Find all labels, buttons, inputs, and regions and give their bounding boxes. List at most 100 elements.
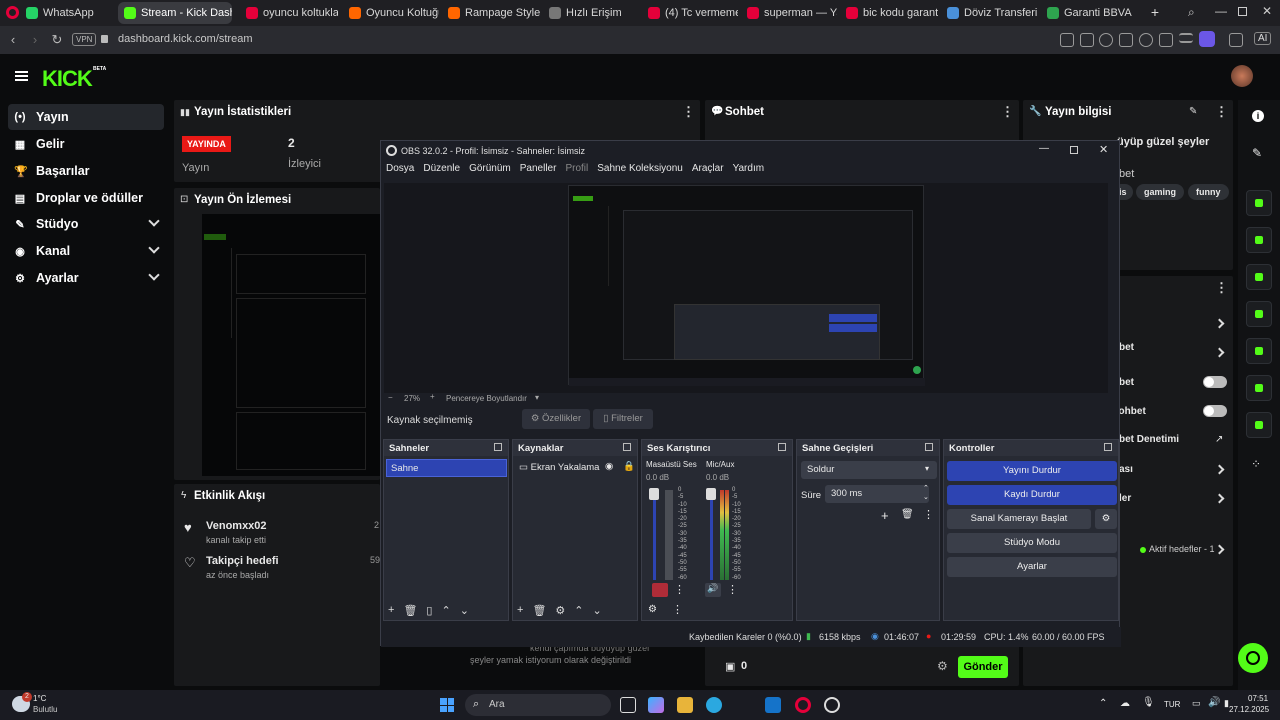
properties-button[interactable]: ⚙ Özellikler xyxy=(522,409,590,429)
channel-1-menu-icon[interactable]: ⋮ xyxy=(674,583,685,596)
browser-tab[interactable]: Garanti BBVA xyxy=(1041,2,1137,24)
edit-icon[interactable]: ✎ xyxy=(1189,106,1197,117)
pencil-icon[interactable]: ✎ xyxy=(1252,146,1262,160)
add-icon[interactable]: + xyxy=(388,604,394,618)
wrench-icon[interactable] xyxy=(1246,412,1272,438)
mixer-menu-icon[interactable]: ⋮ xyxy=(672,603,683,616)
info-more-icon[interactable]: ⋮ xyxy=(1215,104,1228,120)
mute-button[interactable] xyxy=(652,583,668,597)
support-button[interactable] xyxy=(1238,643,1268,673)
browser-tab[interactable]: WhatsApp xyxy=(20,2,116,24)
source-item[interactable]: ▭ Ekran Yakalama ◉ 🔒 xyxy=(515,459,636,477)
tag-chip[interactable]: gaming xyxy=(1136,184,1185,200)
duration-input[interactable]: 300 ms xyxy=(825,485,929,503)
zoom-out-icon[interactable]: − xyxy=(388,393,393,402)
obs-menu-item[interactable]: Araçlar xyxy=(692,163,724,174)
chat-bubble-icon[interactable] xyxy=(1246,301,1272,327)
opera-icon[interactable] xyxy=(795,697,811,713)
sidebar-item[interactable]: ✎ Stüdyo xyxy=(8,211,164,237)
search-tabs-icon[interactable]: ⌕ xyxy=(1188,5,1195,20)
close-icon[interactable]: ✕ xyxy=(1262,4,1272,18)
layout-icon[interactable] xyxy=(1246,375,1272,401)
send-button[interactable]: Gönder xyxy=(958,656,1008,678)
ai-button[interactable]: AI xyxy=(1254,32,1272,45)
vpn-badge[interactable]: VPN xyxy=(72,33,97,46)
setting-row-chevron-icon[interactable] xyxy=(1214,464,1225,475)
browser-tab[interactable]: Stream - Kick Dashboard xyxy=(118,2,232,24)
dock-undock-icon[interactable] xyxy=(494,443,502,451)
outlook-icon[interactable] xyxy=(765,697,781,713)
clock-date[interactable]: 27.12.2025 xyxy=(1229,705,1269,714)
obs-menu-item[interactable]: Profil xyxy=(565,163,588,174)
play-icon[interactable] xyxy=(1119,33,1133,47)
dock-undock-icon[interactable] xyxy=(778,443,786,451)
file-explorer-icon[interactable] xyxy=(677,697,693,713)
settings-button[interactable]: Ayarlar xyxy=(947,557,1117,577)
external-link-icon[interactable]: ↗ xyxy=(1215,434,1223,445)
new-tab-icon[interactable]: + xyxy=(1147,4,1163,20)
zoom-in-icon[interactable]: + xyxy=(430,392,435,401)
obs-menu-item[interactable]: Dosya xyxy=(386,163,414,174)
mixer-channel-1-handle[interactable] xyxy=(649,488,659,500)
taskbar-search[interactable]: ⌕ Ara xyxy=(465,694,611,716)
setting-row-chevron-icon[interactable] xyxy=(1214,318,1225,329)
remove-transition-icon[interactable]: 🗑 xyxy=(901,509,914,520)
eye-icon[interactable]: ◉ xyxy=(605,461,613,472)
browser-tab[interactable]: Oyuncu Koltuğu & Ga xyxy=(343,2,439,24)
setting-toggle[interactable] xyxy=(1203,376,1227,388)
setting-row-chevron-icon[interactable] xyxy=(1214,493,1225,504)
sidebar-item[interactable]: ▦ Gelir xyxy=(8,131,164,157)
sidebar-item[interactable]: ▤ Droplar ve ödüller xyxy=(8,185,164,211)
info-icon[interactable]: i xyxy=(1252,110,1264,122)
obs-menu-item[interactable]: Paneller xyxy=(520,163,557,174)
filters-button[interactable]: ▯ Filtreler xyxy=(593,409,653,429)
obs-menu-item[interactable]: Yardım xyxy=(733,163,765,174)
stop-recording-button[interactable]: Kaydı Durdur xyxy=(947,485,1117,505)
obs-close-icon[interactable]: ✕ xyxy=(1099,143,1108,156)
lightning-icon[interactable] xyxy=(1246,227,1272,253)
kick-logo[interactable]: KICK xyxy=(42,66,93,92)
obs-icon[interactable] xyxy=(824,697,840,713)
stats-more-icon[interactable]: ⋮ xyxy=(682,104,695,120)
studio-mode-button[interactable]: Stüdyo Modu xyxy=(947,533,1117,553)
chat-settings-icon[interactable]: ⚙ xyxy=(937,659,948,673)
duration-stepper-icon[interactable]: ⌃ ⌄ xyxy=(923,484,929,502)
down-icon[interactable]: ⌄ xyxy=(460,604,469,618)
sidebar-item[interactable]: 🏆 Başarılar xyxy=(8,158,164,184)
dock-undock-icon[interactable] xyxy=(1104,443,1112,451)
sidebar-item[interactable]: ◉ Kanal xyxy=(8,238,164,264)
settings-more-icon[interactable]: ⋮ xyxy=(1215,280,1228,296)
tray-mic-icon[interactable]: 🎙 xyxy=(1142,697,1155,708)
dock-undock-icon[interactable] xyxy=(623,443,631,451)
mixer-channel-2-handle[interactable] xyxy=(706,488,716,500)
sidebar-item[interactable]: ⚙ Ayarlar xyxy=(8,265,164,291)
tray-cloud-icon[interactable]: ☁ xyxy=(1120,698,1130,709)
tag-chip[interactable]: funny xyxy=(1188,184,1229,200)
setting-toggle[interactable] xyxy=(1203,405,1227,417)
reload-icon[interactable]: ↻ xyxy=(48,31,66,49)
minimize-icon[interactable]: — xyxy=(1215,4,1227,18)
browser-tab[interactable]: bic kodu garanti bank xyxy=(840,2,938,24)
menu-icon[interactable] xyxy=(1179,33,1193,43)
active-goals-chevron-icon[interactable] xyxy=(1214,544,1225,555)
broadcast-icon[interactable] xyxy=(1246,338,1272,364)
active-goals-label[interactable]: Aktif hedefler - 1 xyxy=(1149,544,1215,554)
shield-icon[interactable] xyxy=(1099,33,1113,47)
browser-tab[interactable]: Döviz Transferi | Swift xyxy=(941,2,1039,24)
task-view-icon[interactable] xyxy=(620,697,636,713)
add-icon[interactable]: + xyxy=(517,604,523,618)
trash-icon[interactable]: 🗑 xyxy=(403,604,417,618)
scene-item[interactable]: Sahne xyxy=(386,459,507,477)
opera-logo-icon[interactable] xyxy=(6,6,19,19)
start-virtual-camera-button[interactable]: Sanal Kamerayı Başlat xyxy=(947,509,1091,529)
sidebar-item[interactable]: (•) Yayın xyxy=(8,104,164,130)
transition-select[interactable]: Soldur ▾ xyxy=(801,461,937,479)
url-field[interactable]: dashboard.kick.com/stream xyxy=(118,33,253,45)
cube-icon[interactable] xyxy=(1229,33,1243,47)
obs-minimize-icon[interactable]: — xyxy=(1039,143,1049,154)
hamburger-icon[interactable] xyxy=(15,71,28,81)
setting-row-chevron-icon[interactable] xyxy=(1214,347,1225,358)
chevron-down-icon[interactable] xyxy=(148,242,160,254)
obs-menu-item[interactable]: Düzenle xyxy=(423,163,460,174)
mixer-channel-2-slider[interactable] xyxy=(710,490,713,580)
